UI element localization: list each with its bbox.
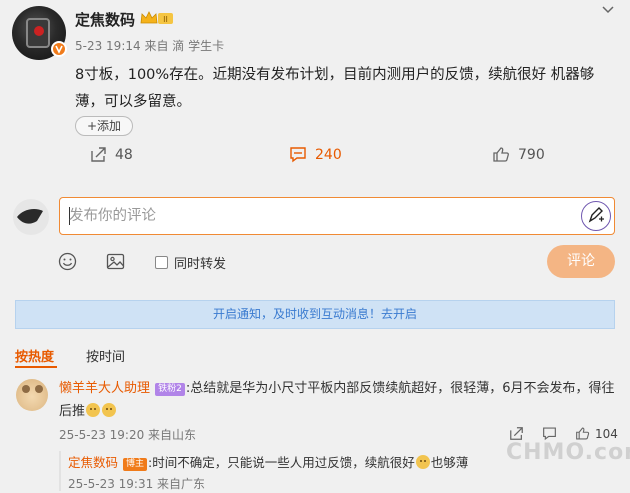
reply-meta: 25-5-23 19:31 来自广东 bbox=[68, 477, 206, 491]
vip-crown-icon: II bbox=[140, 11, 173, 24]
pen-button[interactable] bbox=[581, 201, 611, 231]
pen-icon bbox=[588, 207, 604, 223]
active-tab-indicator bbox=[15, 366, 57, 368]
share-count: 48 bbox=[115, 146, 133, 163]
comment-like-button[interactable]: 104 bbox=[575, 426, 618, 441]
post-text: 8寸板，100%存在。近期没有发布计划，目前内测用户的反馈，续航很好 机器够薄，… bbox=[75, 67, 595, 110]
thumbs-up-icon bbox=[576, 427, 590, 440]
comment-icon bbox=[290, 147, 306, 163]
comment-button[interactable]: 240 bbox=[289, 146, 342, 163]
cat-emoji-icon bbox=[86, 403, 101, 417]
cat-emoji-icon bbox=[415, 455, 430, 469]
avatar-ear-icon bbox=[22, 385, 30, 393]
image-icon[interactable] bbox=[106, 252, 125, 271]
repost-label: 同时转发 bbox=[174, 257, 227, 272]
repost-checkbox[interactable] bbox=[155, 256, 168, 269]
comment-item: 懒羊羊大人助理 铁粉2:总结就是华为小尺寸平板内部反馈续航超好，很轻薄，6月不会… bbox=[59, 377, 619, 423]
watermark: CHMO.com bbox=[506, 440, 630, 465]
add-button[interactable]: +添加 bbox=[75, 116, 133, 136]
share-icon[interactable] bbox=[509, 426, 524, 441]
cat-emoji-icon bbox=[102, 403, 117, 417]
thumbs-up-icon bbox=[493, 147, 509, 162]
avatar-silhouette-icon bbox=[17, 209, 43, 224]
notification-banner[interactable]: 开启通知，及时收到互动消息！去开启 bbox=[15, 300, 615, 329]
like-button[interactable]: 790 bbox=[492, 146, 545, 163]
tab-sort-time[interactable]: 按时间 bbox=[86, 346, 125, 365]
share-icon bbox=[91, 147, 106, 162]
comment-icon[interactable] bbox=[542, 426, 557, 441]
emoji-icon[interactable] bbox=[58, 252, 77, 271]
tab-sort-hot[interactable]: 按热度 bbox=[15, 346, 54, 365]
chevron-down-icon[interactable] bbox=[601, 4, 615, 16]
svg-text:II: II bbox=[163, 15, 168, 24]
commenter-name[interactable]: 懒羊羊大人助理 bbox=[59, 381, 150, 396]
comment-count: 240 bbox=[315, 146, 342, 163]
comment-like-count: 104 bbox=[595, 426, 618, 441]
comment-meta: 25-5-23 19:20 来自山东 bbox=[59, 428, 197, 442]
verified-badge-icon bbox=[51, 41, 67, 57]
comment-input-box[interactable] bbox=[59, 197, 615, 235]
comment-input[interactable] bbox=[69, 206, 549, 226]
lens-icon bbox=[34, 26, 44, 36]
weibo-post-card: 定焦数码 II 5-23 19:14 来自 滴 学生卡 8寸板，100%存在。近… bbox=[0, 0, 630, 493]
reply-text-end: 也够薄 bbox=[430, 455, 469, 470]
reply-text: :时间不确定，只能说一些人用过反馈，续航很好 bbox=[148, 455, 415, 470]
reply-divider bbox=[59, 451, 61, 491]
commenter-avatar[interactable] bbox=[16, 379, 48, 411]
submit-comment-button[interactable]: 评论 bbox=[547, 245, 615, 278]
host-badge: 博主 bbox=[123, 458, 148, 471]
author-name[interactable]: 定焦数码 bbox=[75, 9, 135, 30]
post-meta: 5-23 19:14 来自 滴 学生卡 bbox=[75, 39, 225, 53]
avatar-ear-icon bbox=[35, 385, 43, 393]
share-button[interactable]: 48 bbox=[90, 146, 133, 163]
comment-actions: 104 bbox=[509, 426, 618, 441]
reply-author-name[interactable]: 定焦数码 bbox=[68, 455, 118, 470]
reply-item: 定焦数码 博主:时间不确定，只能说一些人用过反馈，续航很好 也够薄 bbox=[68, 452, 468, 471]
my-avatar[interactable] bbox=[13, 199, 49, 235]
like-count: 790 bbox=[518, 146, 545, 163]
fan-level-badge: 铁粉2 bbox=[155, 383, 185, 396]
repost-option[interactable]: 同时转发 bbox=[155, 253, 226, 272]
